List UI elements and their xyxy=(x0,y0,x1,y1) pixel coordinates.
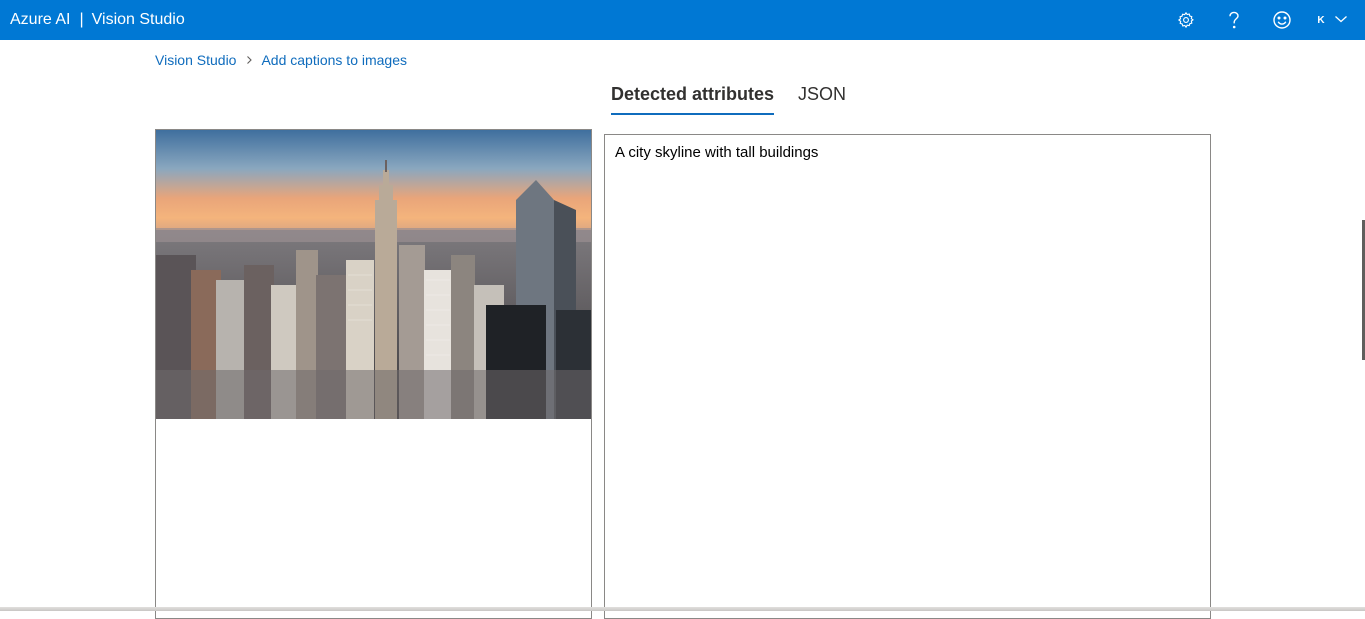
chevron-down-icon xyxy=(1334,11,1348,29)
product-name: Vision Studio xyxy=(91,11,185,28)
top-bar: Azure AI | Vision Studio K xyxy=(0,0,1365,40)
bottom-edge xyxy=(0,607,1365,611)
tab-detected-attributes[interactable]: Detected attributes xyxy=(611,80,775,115)
result-tabs: Detected attributes JSON xyxy=(611,80,846,116)
image-panel xyxy=(155,129,592,619)
city-skyline-image xyxy=(156,130,591,419)
tab-json[interactable]: JSON xyxy=(798,80,846,115)
brand-separator: | xyxy=(79,11,84,28)
brand-name: Azure AI xyxy=(10,11,71,28)
breadcrumb-vision-studio[interactable]: Vision Studio xyxy=(155,52,236,68)
account-menu[interactable]: K xyxy=(1308,6,1356,34)
breadcrumb-add-captions[interactable]: Add captions to images xyxy=(261,52,407,68)
help-icon[interactable] xyxy=(1222,8,1246,32)
breadcrumb: Vision Studio Add captions to images xyxy=(155,50,407,70)
brand[interactable]: Azure AI | Vision Studio xyxy=(10,0,185,40)
caption-text: A city skyline with tall buildings xyxy=(615,144,819,161)
account-initial: K xyxy=(1317,14,1325,26)
feedback-icon[interactable] xyxy=(1270,8,1294,32)
settings-icon[interactable] xyxy=(1174,8,1198,32)
result-panel: A city skyline with tall buildings xyxy=(604,134,1211,619)
chevron-right-icon xyxy=(245,55,253,65)
